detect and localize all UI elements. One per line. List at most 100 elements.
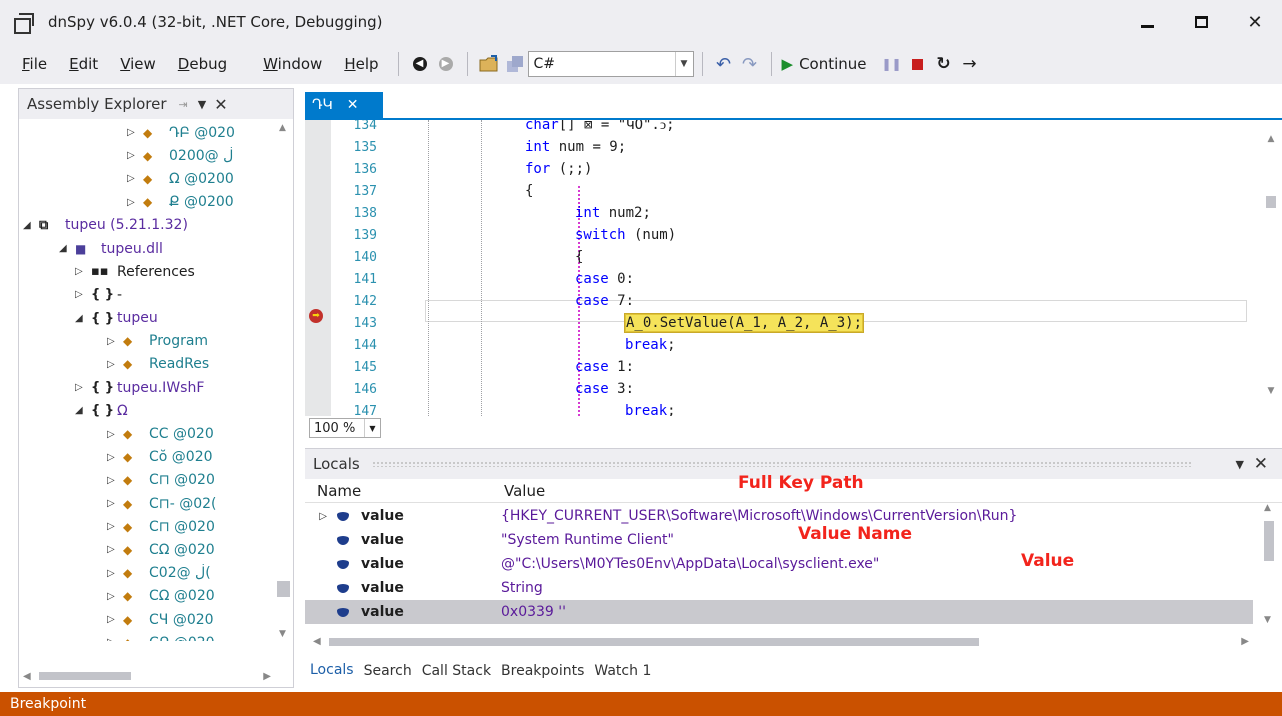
tree-item[interactable]: ▷ ▪▪ References: [19, 260, 277, 283]
tree-item[interactable]: ◢ ⧉ tupeu (5.21.1.32): [19, 214, 277, 237]
breakpoint-gutter[interactable]: [305, 120, 331, 416]
expand-icon[interactable]: ▷: [127, 173, 139, 184]
close-window-button[interactable]: ✕: [1228, 0, 1282, 44]
tree-item[interactable]: ▷ { } tupeu.IWshF: [19, 376, 277, 399]
collapse-icon[interactable]: ◢: [59, 243, 71, 254]
tab-search[interactable]: Search: [359, 663, 417, 679]
expand-icon[interactable]: ▷: [107, 614, 119, 625]
tree-item[interactable]: ▷ ◆ Cŏ @020: [19, 446, 277, 469]
assembly-tree-hscroll[interactable]: ◀ ▶: [23, 669, 275, 683]
collapse-icon[interactable]: ◢: [75, 405, 87, 416]
redo-button[interactable]: ↷: [737, 51, 763, 77]
restart-button[interactable]: ↻: [931, 51, 957, 77]
column-value[interactable]: Value: [500, 482, 545, 500]
menu-help[interactable]: Help: [333, 55, 389, 73]
expand-icon[interactable]: ▷: [107, 475, 119, 486]
expand-icon[interactable]: ▷: [127, 127, 139, 138]
continue-button[interactable]: ▶ Continue: [782, 55, 867, 73]
expand-icon[interactable]: ▷: [75, 289, 87, 300]
expand-icon[interactable]: ▷: [107, 429, 119, 440]
minimize-button[interactable]: [1120, 0, 1174, 44]
editor-vscroll[interactable]: ▲ ▼: [1260, 120, 1282, 416]
tree-item[interactable]: ▷ ◆ C⊓ @020: [19, 515, 277, 538]
tree-item[interactable]: ▷ ◆ CЧ @020: [19, 608, 277, 631]
current-statement-breakpoint-icon[interactable]: ➡: [309, 309, 323, 323]
zoom-select[interactable]: 100 % ▼: [309, 418, 381, 438]
code-line[interactable]: 137 {: [345, 180, 534, 202]
menu-window[interactable]: Window: [252, 55, 333, 73]
tab-breakpoints[interactable]: Breakpoints: [496, 663, 589, 679]
code-line[interactable]: 134 char[] ⊠ = "ԿՕ".ↄ;: [345, 120, 675, 136]
locals-row[interactable]: value String: [305, 576, 1253, 600]
code-line[interactable]: 147 break;: [345, 400, 676, 416]
close-tab-icon[interactable]: ✕: [347, 97, 359, 113]
menu-debug[interactable]: Debug: [167, 55, 238, 73]
code-line[interactable]: 139 switch (num): [345, 224, 677, 246]
tab-locals[interactable]: Locals: [305, 662, 359, 680]
menu-file[interactable]: File: [0, 55, 58, 73]
expand-icon[interactable]: ▷: [107, 591, 119, 602]
tree-item[interactable]: ▷ ◆ ڶ @0200: [19, 144, 277, 167]
code-line[interactable]: 141 case 0:: [345, 268, 635, 290]
code-line[interactable]: 143 A_0.SetValue(A_1, A_2, A_3);: [345, 312, 865, 334]
locals-hscroll[interactable]: ◀ ▶: [311, 635, 1255, 649]
expand-icon[interactable]: ▷: [75, 266, 87, 277]
tab-decompiled-method[interactable]: ԴԿ ✕: [305, 92, 383, 118]
collapse-icon[interactable]: ◢: [75, 313, 87, 324]
expand-icon[interactable]: ▷: [107, 452, 119, 463]
tab-watch-1[interactable]: Watch 1: [589, 663, 656, 679]
tree-item[interactable]: ▷ ◆ CΩ @020: [19, 538, 277, 561]
expand-icon[interactable]: ▷: [127, 150, 139, 161]
pin-icon[interactable]: ⇥: [179, 98, 188, 111]
menu-edit[interactable]: Edit: [58, 55, 109, 73]
expand-icon[interactable]: ▷: [107, 498, 119, 509]
tree-item[interactable]: ◢ { } Ω: [19, 399, 277, 422]
collapse-icon[interactable]: ◢: [23, 220, 35, 231]
panel-menu-dropdown[interactable]: ▼: [198, 98, 206, 111]
code-line[interactable]: 142 case 7:: [345, 290, 635, 312]
tree-item[interactable]: ▷ ◆ C⊓ @020: [19, 469, 277, 492]
expand-icon[interactable]: ▷: [107, 359, 119, 370]
navigate-back-button[interactable]: ◀: [407, 51, 433, 77]
code-line[interactable]: 145 case 1:: [345, 356, 635, 378]
maximize-button[interactable]: [1174, 0, 1228, 44]
language-select[interactable]: C# ▼: [527, 51, 694, 77]
column-name[interactable]: Name: [305, 482, 500, 500]
tree-item[interactable]: ◢ { } tupeu: [19, 307, 277, 330]
navigate-forward-button[interactable]: ▶: [433, 51, 459, 77]
locals-row[interactable]: ▷ value {HKEY_CURRENT_USER\Software\Micros…: [305, 504, 1253, 528]
show-next-statement-button[interactable]: →: [957, 51, 983, 77]
undo-button[interactable]: ↶: [711, 51, 737, 77]
expand-icon[interactable]: ▷: [107, 544, 119, 555]
expand-icon[interactable]: ▷: [127, 197, 139, 208]
tab-call-stack[interactable]: Call Stack: [417, 663, 496, 679]
expand-icon[interactable]: ▷: [75, 382, 87, 393]
tree-item[interactable]: ▷ ◆ Ω @0200: [19, 167, 277, 190]
code-line[interactable]: 140 {: [345, 246, 584, 268]
expand-icon[interactable]: ▷: [107, 637, 119, 641]
tree-item[interactable]: ▷ ◆ CՔ @020: [19, 631, 277, 641]
close-panel-button[interactable]: ✕: [1254, 454, 1268, 474]
code-line[interactable]: 138 int num2;: [345, 202, 651, 224]
tree-item[interactable]: ▷ ◆ Ք @0200: [19, 191, 277, 214]
code-line[interactable]: 144 break;: [345, 334, 676, 356]
expand-icon[interactable]: ▷: [107, 568, 119, 579]
code-line[interactable]: 135 int num = 9;: [345, 136, 627, 158]
code-editor[interactable]: ➡ 134 char[] ⊠ = "ԿՕ".ↄ; 135 int num = 9; 13…: [305, 120, 1282, 416]
tree-item[interactable]: ▷ ◆ ReadRes: [19, 353, 277, 376]
locals-row[interactable]: value @"C:\Users\M0YTes0Env\AppData\Local…: [305, 552, 1253, 576]
expand-icon[interactable]: ▷: [305, 511, 327, 522]
break-all-button[interactable]: ❚❚: [879, 51, 905, 77]
tree-item[interactable]: ▷ ◆ ԴԲ @020: [19, 121, 277, 144]
panel-menu-dropdown[interactable]: ▼: [1236, 458, 1244, 471]
tree-item[interactable]: ▷ ◆ Program: [19, 330, 277, 353]
save-all-button[interactable]: [502, 51, 528, 77]
tree-item[interactable]: ▷ ◆ Cڶ @02(: [19, 562, 277, 585]
tree-item[interactable]: ▷ { } -: [19, 283, 277, 306]
locals-row[interactable]: value 0x0339 '': [305, 600, 1253, 624]
assembly-tree-vscroll[interactable]: ▲ ▼: [277, 123, 291, 651]
tree-item[interactable]: ▷ ◆ CΩ @020: [19, 585, 277, 608]
tree-item[interactable]: ▷ ◆ CC @020: [19, 422, 277, 445]
tree-item[interactable]: ▷ ◆ C⊓- @02(: [19, 492, 277, 515]
menu-view[interactable]: View: [109, 55, 167, 73]
